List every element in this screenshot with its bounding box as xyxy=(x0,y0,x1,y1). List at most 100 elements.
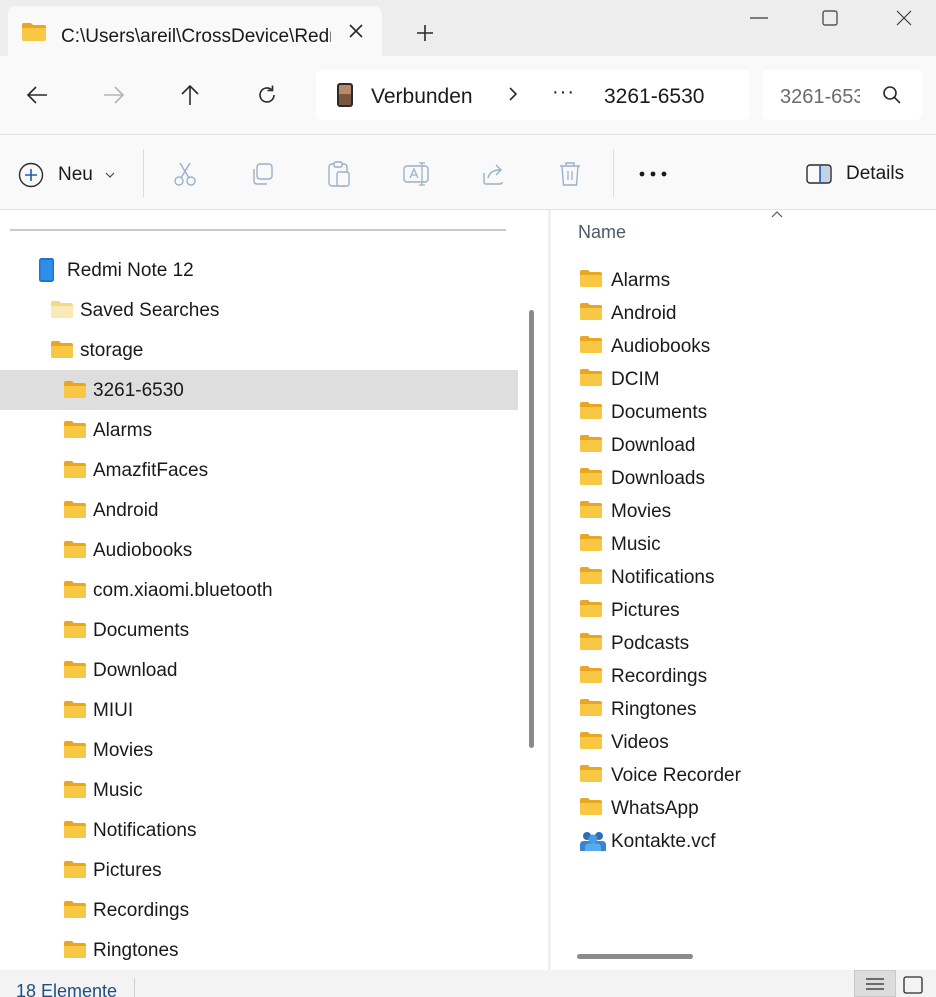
details-pane-icon xyxy=(806,163,832,185)
tree-item-label: Alarms xyxy=(93,420,153,441)
copy-icon[interactable] xyxy=(248,160,276,188)
tree-item[interactable]: com.xiaomi.bluetooth xyxy=(0,570,518,610)
address-bar[interactable]: Verbunden ··· 3261-6530 xyxy=(316,70,750,120)
list-item[interactable]: Videos xyxy=(551,725,936,758)
phone-icon xyxy=(38,257,55,283)
tree-item[interactable]: Recordings xyxy=(0,890,518,930)
list-item[interactable]: DCIM xyxy=(551,362,936,395)
breadcrumb-device[interactable]: Verbunden xyxy=(371,85,473,109)
new-button[interactable]: Neu xyxy=(18,161,115,189)
list-item-label: Kontakte.vcf xyxy=(611,831,716,852)
folder-icon xyxy=(579,269,603,288)
minimize-icon[interactable] xyxy=(731,0,787,36)
list-item[interactable]: Android xyxy=(551,296,936,329)
details-button[interactable]: Details xyxy=(806,161,904,187)
tree-item-label: storage xyxy=(80,340,144,361)
tree-item[interactable]: 3261-6530 xyxy=(0,370,518,410)
window-tab[interactable]: C:\Users\areil\CrossDevice\Redmi Note 12… xyxy=(8,6,382,56)
breadcrumb-current[interactable]: 3261-6530 xyxy=(604,85,708,109)
tree-item[interactable]: Documents xyxy=(0,610,518,650)
paste-icon[interactable] xyxy=(325,160,353,188)
list-item[interactable]: Pictures xyxy=(551,593,936,626)
forward-arrow-icon[interactable] xyxy=(99,80,129,110)
navigation-pane[interactable]: Redmi Note 12 Saved Searches storage 3261-6… xyxy=(0,210,518,970)
tree-item[interactable]: Movies xyxy=(0,730,518,770)
share-icon[interactable] xyxy=(479,160,507,188)
tree-item-label: Music xyxy=(93,780,143,801)
folder-icon xyxy=(63,500,87,519)
column-header-name[interactable]: Name xyxy=(578,222,626,243)
folder-icon xyxy=(63,900,87,919)
cut-icon[interactable] xyxy=(171,160,199,188)
list-item[interactable]: Downloads xyxy=(551,461,936,494)
list-item[interactable]: WhatsApp xyxy=(551,791,936,824)
folder-icon xyxy=(579,302,603,321)
tiles-view-icon[interactable] xyxy=(900,974,926,996)
tree-item-label: MIUI xyxy=(93,700,134,721)
tree-item-label: com.xiaomi.bluetooth xyxy=(93,580,273,601)
close-icon[interactable] xyxy=(344,19,368,43)
tree-item[interactable]: AmazfitFaces xyxy=(0,450,518,490)
list-item-label: WhatsApp xyxy=(611,798,699,819)
tree-item[interactable]: Alarms xyxy=(0,410,518,450)
tree-item-label: Documents xyxy=(93,620,190,641)
navigation-scrollbar[interactable] xyxy=(518,210,548,970)
search-input[interactable]: 3261-6530 durchsuchen xyxy=(762,70,922,120)
list-item-label: Podcasts xyxy=(611,633,690,654)
list-item[interactable]: Kontakte.vcf xyxy=(551,824,936,857)
tree-item[interactable]: Ringtones xyxy=(0,930,518,970)
folder-icon xyxy=(579,368,603,387)
list-item-label: Music xyxy=(611,534,661,555)
list-item[interactable]: Notifications xyxy=(551,560,936,593)
scrollbar-thumb[interactable] xyxy=(529,310,534,748)
back-arrow-icon[interactable] xyxy=(22,80,52,110)
file-list[interactable]: Name Alarms Android Audiobooks DCIM Document… xyxy=(551,210,936,970)
search-icon[interactable] xyxy=(882,85,902,105)
breadcrumb-overflow[interactable]: ··· xyxy=(552,81,575,104)
folder-icon xyxy=(579,599,603,618)
list-item[interactable]: Documents xyxy=(551,395,936,428)
delete-icon[interactable] xyxy=(556,160,584,188)
title-bar: C:\Users\areil\CrossDevice\Redmi Note 12… xyxy=(0,0,936,56)
folder-icon xyxy=(63,580,87,599)
maximize-icon[interactable] xyxy=(802,0,858,36)
list-item-label: Movies xyxy=(611,501,672,522)
tree-item[interactable]: Audiobooks xyxy=(0,530,518,570)
close-window-icon[interactable] xyxy=(876,0,932,36)
list-item[interactable]: Music xyxy=(551,527,936,560)
folder-icon xyxy=(50,300,74,319)
status-bar: 18 Elemente xyxy=(0,970,936,997)
tree-item[interactable]: Saved Searches xyxy=(0,290,518,330)
tree-item[interactable]: Redmi Note 12 xyxy=(0,250,518,290)
folder-icon xyxy=(63,540,87,559)
list-item[interactable]: Recordings xyxy=(551,659,936,692)
tree-item-label: Movies xyxy=(93,740,154,761)
list-item[interactable]: Movies xyxy=(551,494,936,527)
horizontal-scrollbar-thumb[interactable] xyxy=(577,954,693,959)
refresh-icon[interactable] xyxy=(252,80,282,110)
tree-item[interactable]: storage xyxy=(0,330,518,370)
list-item[interactable]: Ringtones xyxy=(551,692,936,725)
rename-icon[interactable] xyxy=(402,160,430,188)
tree-item[interactable]: Music xyxy=(0,770,518,810)
tree-item[interactable]: MIUI xyxy=(0,690,518,730)
up-arrow-icon[interactable] xyxy=(175,80,205,110)
list-item[interactable]: Podcasts xyxy=(551,626,936,659)
chevron-right-icon[interactable] xyxy=(508,86,518,102)
list-item[interactable]: Audiobooks xyxy=(551,329,936,362)
folder-icon xyxy=(579,566,603,585)
list-item-label: Downloads xyxy=(611,468,705,489)
tree-item-label: Pictures xyxy=(93,860,162,881)
phone-icon xyxy=(336,82,354,108)
tree-item[interactable]: Pictures xyxy=(0,850,518,890)
details-view-icon[interactable] xyxy=(854,970,896,997)
folder-icon xyxy=(579,731,603,750)
tree-item[interactable]: Download xyxy=(0,650,518,690)
tree-item[interactable]: Android xyxy=(0,490,518,530)
list-item[interactable]: Voice Recorder xyxy=(551,758,936,791)
plus-icon[interactable] xyxy=(412,20,438,46)
list-item[interactable]: Alarms xyxy=(551,263,936,296)
more-options-icon[interactable] xyxy=(638,161,668,187)
list-item[interactable]: Download xyxy=(551,428,936,461)
tree-item[interactable]: Notifications xyxy=(0,810,518,850)
